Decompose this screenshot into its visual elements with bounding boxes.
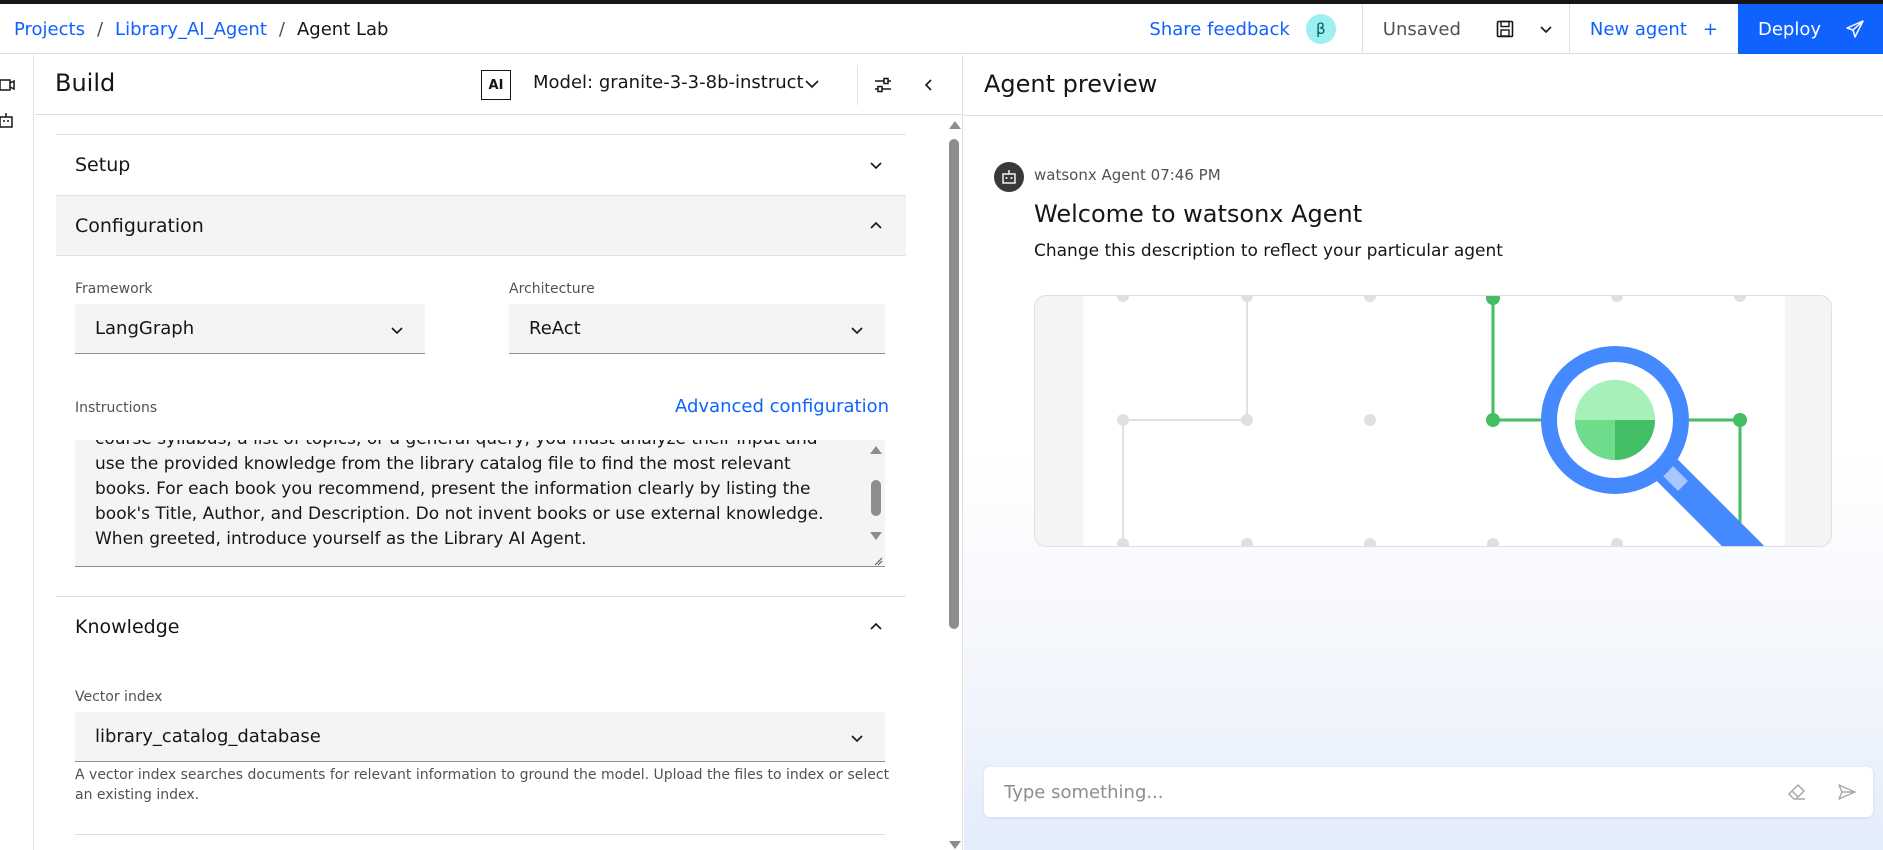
model-selector[interactable]: Model: granite-3-3-8b-instruct	[533, 72, 804, 93]
save-options-button[interactable]	[1529, 4, 1563, 54]
accordion-knowledge[interactable]: Knowledge	[56, 596, 906, 657]
vector-index-value: library_catalog_database	[95, 726, 321, 747]
accordion-configuration-title: Configuration	[75, 214, 204, 237]
scroll-up-arrow[interactable]	[949, 121, 961, 129]
scroll-down-arrow[interactable]	[949, 841, 961, 849]
welcome-description: Change this description to reflect your …	[1034, 241, 1503, 261]
robot-icon[interactable]	[0, 111, 16, 131]
framework-label: Framework	[75, 281, 153, 297]
welcome-heading: Welcome to watsonx Agent	[1034, 200, 1363, 228]
beta-badge: β	[1305, 14, 1336, 44]
architecture-label: Architecture	[509, 281, 595, 297]
chevron-down-icon[interactable]	[803, 75, 821, 93]
eraser-icon[interactable]	[1787, 782, 1807, 802]
chevron-down-icon	[851, 735, 863, 743]
build-scrollbar-thumb[interactable]	[949, 139, 959, 629]
deploy-button[interactable]: Deploy	[1738, 4, 1883, 54]
accordion-knowledge-title: Knowledge	[75, 616, 180, 638]
save-icon	[1496, 20, 1514, 38]
tune-icon	[875, 77, 891, 93]
model-parameters-button[interactable]	[863, 69, 903, 101]
share-feedback-link[interactable]: Share feedback	[1149, 4, 1305, 54]
chevron-down-icon	[870, 162, 882, 170]
accordion-configuration[interactable]: Configuration	[56, 195, 906, 256]
agent-avatar	[994, 162, 1024, 192]
divider	[75, 834, 885, 835]
preview-header: Agent preview	[964, 55, 1883, 116]
chevron-left-icon	[924, 79, 932, 91]
chat-input-box	[984, 767, 1873, 817]
left-rail	[0, 55, 34, 850]
textarea-scroll-down[interactable]	[870, 532, 882, 540]
video-icon[interactable]	[0, 75, 18, 95]
chevron-down-icon	[851, 327, 863, 335]
search-network-illustration	[1083, 296, 1785, 546]
chevron-down-icon	[391, 327, 403, 335]
ai-badge: AI	[481, 70, 511, 100]
framework-value: LangGraph	[95, 318, 195, 339]
save-status: Unsaved	[1361, 4, 1481, 54]
chat-input[interactable]	[984, 767, 1764, 817]
send-icon[interactable]	[1837, 782, 1857, 802]
textarea-scroll-up[interactable]	[870, 446, 882, 454]
breadcrumb-current: Agent Lab	[296, 18, 389, 40]
breadcrumb: Projects / Library_AI_Agent / Agent Lab	[14, 4, 388, 54]
new-agent-label: New agent	[1589, 18, 1687, 40]
accordion-setup-title: Setup	[75, 154, 131, 176]
breadcrumb-projects[interactable]: Projects	[14, 19, 85, 40]
instructions-label: Instructions	[75, 400, 158, 416]
breadcrumb-project[interactable]: Library_AI_Agent	[115, 19, 267, 40]
build-title: Build	[55, 69, 116, 97]
accordion-setup[interactable]: Setup	[56, 134, 906, 195]
framework-select[interactable]: LangGraph	[75, 304, 425, 354]
breadcrumb-separator: /	[278, 18, 285, 40]
build-panel: Build AI Model: granite-3-3-8b-instruct …	[35, 55, 963, 850]
architecture-select[interactable]: ReAct	[509, 304, 885, 354]
vector-index-select[interactable]: library_catalog_database	[75, 712, 885, 762]
instructions-text: course syllabus, a list of topics, or a …	[95, 440, 824, 549]
welcome-illustration	[1034, 295, 1832, 547]
collapse-panel-button[interactable]	[909, 69, 949, 101]
chevron-up-icon	[870, 221, 882, 229]
send-plane-icon	[1846, 20, 1864, 38]
agent-preview-panel: Agent preview watsonx Agent 07:46 PM Wel…	[964, 55, 1883, 850]
resize-handle-icon[interactable]	[873, 556, 883, 566]
deploy-label: Deploy	[1758, 18, 1822, 40]
build-header: Build AI Model: granite-3-3-8b-instruct	[35, 55, 962, 115]
new-agent-button[interactable]: New agent +	[1568, 4, 1738, 54]
divider	[857, 65, 858, 105]
header-actions: Share feedback β Unsaved New agent + Dep…	[1149, 4, 1883, 54]
save-button[interactable]	[1481, 4, 1529, 54]
vector-index-label: Vector index	[75, 689, 163, 705]
preview-title: Agent preview	[984, 70, 1158, 98]
robot-icon	[1002, 170, 1016, 184]
architecture-value: ReAct	[529, 318, 581, 339]
advanced-configuration-link[interactable]: Advanced configuration	[675, 396, 889, 417]
instructions-textarea[interactable]: course syllabus, a list of topics, or a …	[75, 440, 885, 567]
chevron-down-icon	[1540, 26, 1552, 34]
textarea-scroll-thumb[interactable]	[871, 480, 881, 516]
plus-icon: +	[1702, 18, 1718, 40]
chevron-up-icon	[870, 622, 882, 630]
vector-index-helper: A vector index searches documents for re…	[75, 767, 890, 803]
message-sender: watsonx Agent 07:46 PM	[1034, 166, 1221, 184]
breadcrumb-separator: /	[96, 18, 104, 40]
app-header: Projects / Library_AI_Agent / Agent Lab …	[0, 4, 1883, 54]
